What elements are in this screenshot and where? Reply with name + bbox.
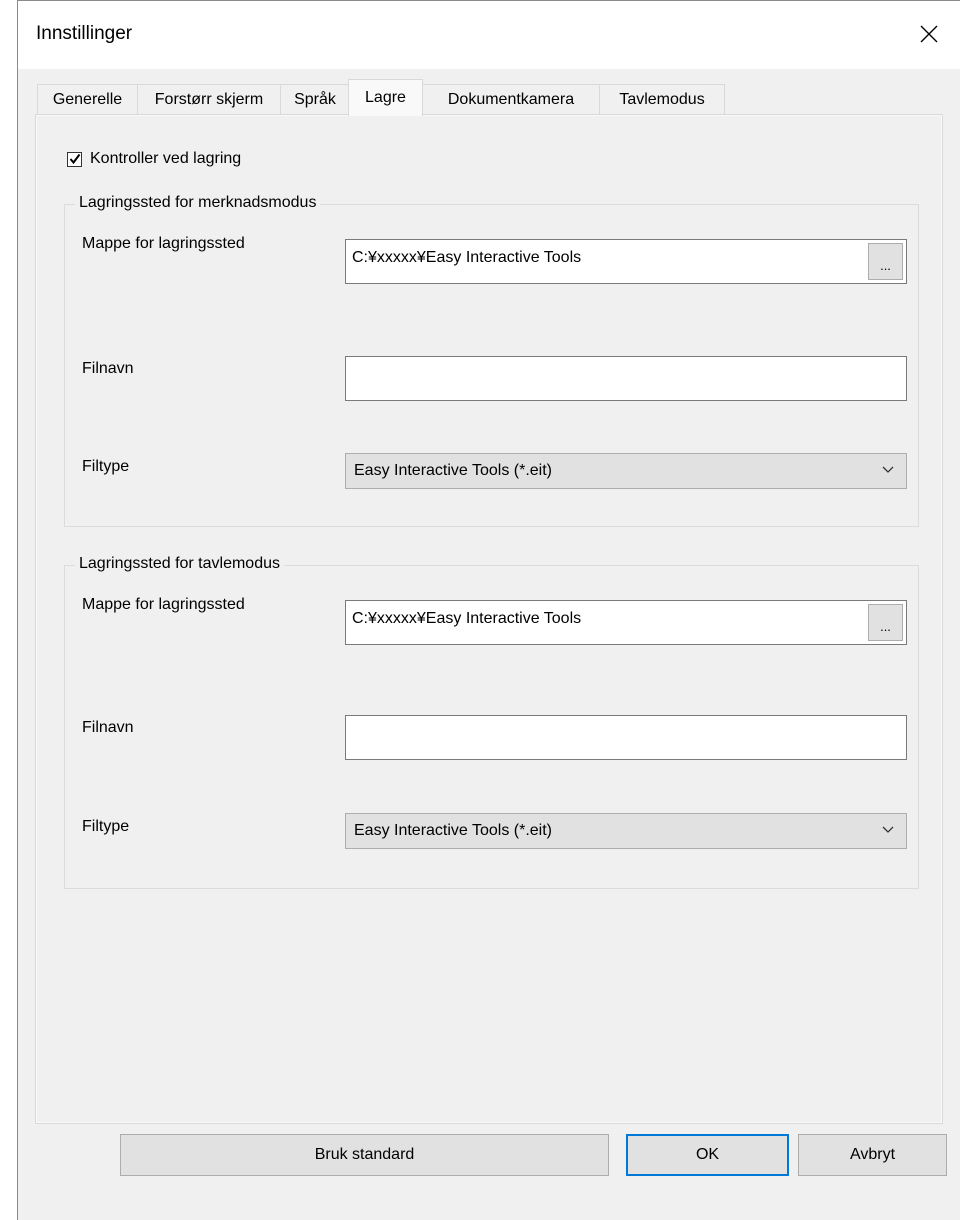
group-title: Lagringssted for tavlemodus [75, 555, 284, 573]
tab-save[interactable]: Lagre [348, 79, 423, 116]
folder-path-value: C:¥xxxxx¥Easy Interactive Tools [352, 249, 582, 266]
folder-path-value: C:¥xxxxx¥Easy Interactive Tools [352, 610, 582, 627]
use-default-button[interactable]: Bruk standard [120, 1134, 609, 1176]
filetype-value: Easy Interactive Tools (*.eit) [354, 822, 553, 839]
filename-label: Filnavn [82, 360, 134, 377]
window-title: Innstillinger [36, 23, 133, 44]
tab-language[interactable]: Språk [280, 84, 350, 114]
ok-button[interactable]: OK [626, 1134, 789, 1176]
filetype-value: Easy Interactive Tools (*.eit) [354, 462, 553, 479]
close-icon [920, 25, 938, 43]
filename-field[interactable] [345, 715, 907, 760]
settings-dialog: Innstillinger Generelle Forstørr skjerm … [17, 0, 960, 1220]
chevron-down-icon [882, 466, 894, 473]
close-button[interactable] [898, 1, 960, 67]
verify-on-save-label: Kontroller ved lagring [90, 150, 242, 167]
browse-folder-button[interactable]: ... [868, 243, 903, 280]
cancel-button[interactable]: Avbryt [798, 1134, 947, 1176]
folder-label: Mappe for lagringssted [82, 235, 245, 252]
filetype-select[interactable]: Easy Interactive Tools (*.eit) [345, 813, 907, 849]
folder-path-field[interactable]: C:¥xxxxx¥Easy Interactive Tools ... [345, 239, 907, 284]
tab-magnify[interactable]: Forstørr skjerm [137, 84, 281, 114]
verify-on-save-checkbox[interactable]: Kontroller ved lagring [67, 150, 241, 168]
tab-general[interactable]: Generelle [37, 84, 138, 114]
annotation-save-location-group: Lagringssted for merknadsmodus Mappe for… [64, 194, 919, 527]
group-title: Lagringssted for merknadsmodus [75, 194, 321, 212]
filename-label: Filnavn [82, 719, 134, 736]
tab-document-camera[interactable]: Dokumentkamera [422, 84, 600, 114]
whiteboard-save-location-group: Lagringssted for tavlemodus Mappe for la… [64, 555, 919, 889]
chevron-down-icon [882, 826, 894, 833]
folder-label: Mappe for lagringssted [82, 596, 245, 613]
filetype-select[interactable]: Easy Interactive Tools (*.eit) [345, 453, 907, 489]
browse-folder-button[interactable]: ... [868, 604, 903, 641]
checkbox-box[interactable] [67, 151, 82, 167]
filetype-label: Filtype [82, 818, 130, 835]
tab-whiteboard-mode[interactable]: Tavlemodus [599, 84, 725, 114]
filetype-label: Filtype [82, 458, 130, 475]
checkmark-icon [69, 153, 80, 165]
folder-path-field[interactable]: C:¥xxxxx¥Easy Interactive Tools ... [345, 600, 907, 645]
tab-panel-save: Kontroller ved lagring Lagringssted for … [35, 114, 943, 1124]
title-bar: Innstillinger [18, 1, 960, 69]
filename-field[interactable] [345, 356, 907, 401]
